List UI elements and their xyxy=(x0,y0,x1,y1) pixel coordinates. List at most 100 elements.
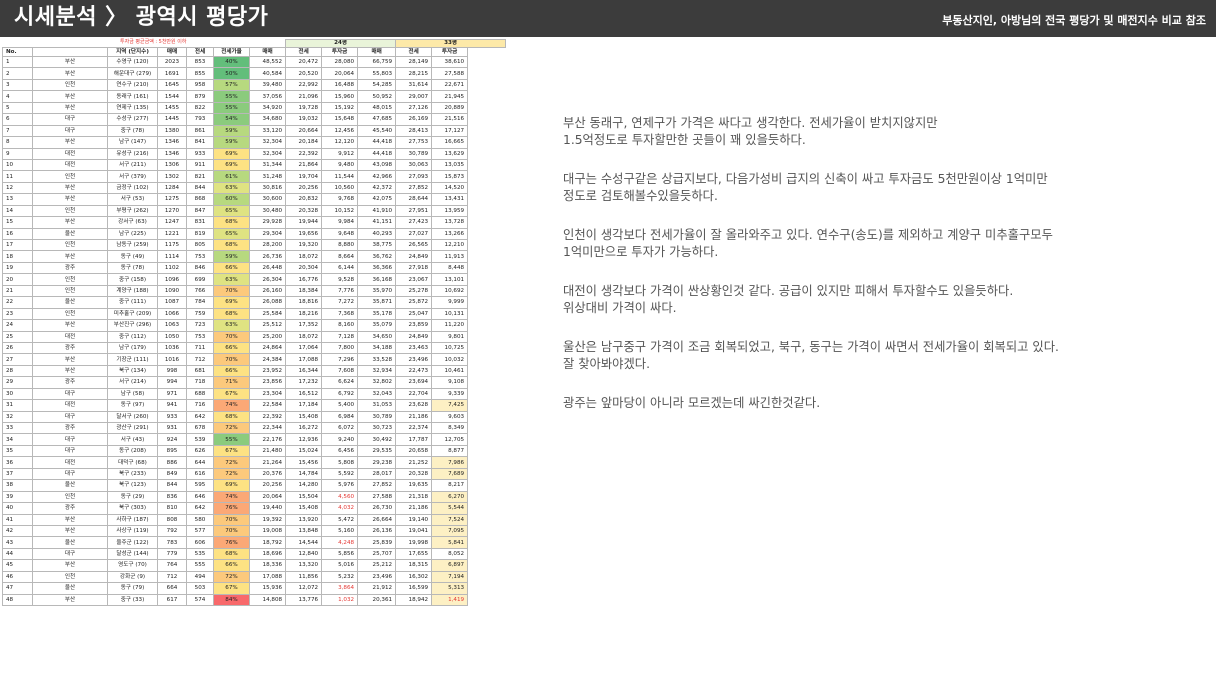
row-ratio: 70% xyxy=(213,330,250,343)
row-24-jeonse: 18,072 xyxy=(285,250,323,263)
row-33-jeonse: 19,635 xyxy=(395,479,433,492)
row-sale: 933 xyxy=(157,410,187,424)
row-33-jeonse: 16,302 xyxy=(395,570,433,584)
row-33-invest: 8,052 xyxy=(431,547,469,561)
row-24-sale: 23,304 xyxy=(248,387,287,401)
row-no: 45 xyxy=(2,559,33,572)
row-ratio: 57% xyxy=(213,78,250,92)
row-sale: 1445 xyxy=(157,113,187,126)
row-24-sale: 28,200 xyxy=(248,238,287,252)
row-no: 28 xyxy=(2,364,33,378)
row-sale: 1306 xyxy=(157,158,187,172)
row-ratio: 65% xyxy=(213,227,250,241)
row-district: 북구 (134) xyxy=(107,364,158,378)
row-33-sale: 20,361 xyxy=(357,593,397,607)
row-no: 10 xyxy=(2,158,33,172)
row-33-jeonse: 27,918 xyxy=(395,261,433,275)
commentary-line: 위상대비 가격이 싸다. xyxy=(563,301,677,315)
row-city: 울산 xyxy=(32,479,108,492)
commentary-paragraph: 울산은 남구중구 가격이 조금 회복되었고, 북구, 동구는 가격이 싸면서 전… xyxy=(563,339,1203,373)
row-33-sale: 35,079 xyxy=(357,319,397,332)
row-sale: 836 xyxy=(157,490,187,504)
row-33-sale: 47,685 xyxy=(357,113,397,126)
row-jeonse: 853 xyxy=(186,55,214,69)
row-city: 울산 xyxy=(32,536,108,549)
row-district: 대덕구 (68) xyxy=(107,456,158,469)
row-district: 광산구 (291) xyxy=(107,421,158,435)
row-24-sale: 26,736 xyxy=(248,250,287,263)
table-row: 12 부산 금정구 (102) 1284 844 63% 30,816 20,256 10,56… xyxy=(2,181,506,195)
row-no: 37 xyxy=(2,467,33,481)
row-sale: 941 xyxy=(157,399,187,412)
row-ratio: 69% xyxy=(213,296,250,309)
row-24-sale: 40,584 xyxy=(248,67,287,80)
row-33-sale: 30,789 xyxy=(357,410,397,424)
row-24-sale: 17,088 xyxy=(248,570,287,584)
price-table: 24평 33평 No. 지역 (단지수) 매매 전세 전세가율 매매 전세 투자… xyxy=(2,39,507,607)
row-ratio: 68% xyxy=(213,216,250,229)
row-sale: 1221 xyxy=(157,227,187,241)
row-no: 14 xyxy=(2,204,33,218)
row-city: 부산 xyxy=(32,559,108,572)
row-sale: 1096 xyxy=(157,273,187,286)
header-33-sale: 매매 xyxy=(357,47,397,57)
row-33-jeonse: 27,951 xyxy=(395,204,433,218)
row-24-invest: 6,456 xyxy=(321,444,359,458)
row-33-jeonse: 17,655 xyxy=(395,547,433,561)
header-sale: 매매 xyxy=(157,47,187,57)
row-33-jeonse: 19,041 xyxy=(395,524,433,538)
row-ratio: 54% xyxy=(213,113,250,126)
row-jeonse: 821 xyxy=(186,170,214,183)
row-district: 동래구 (161) xyxy=(107,90,158,103)
row-ratio: 70% xyxy=(213,524,250,538)
row-jeonse: 580 xyxy=(186,513,214,526)
row-24-sale: 29,928 xyxy=(248,216,287,229)
row-33-sale: 26,664 xyxy=(357,513,397,526)
commentary-paragraph: 대전이 생각보다 가격이 싼상황인것 같다. 공급이 있지만 피해서 투자할수도… xyxy=(563,283,1203,317)
row-jeonse: 819 xyxy=(186,227,214,241)
row-city: 부산 xyxy=(32,216,108,229)
row-jeonse: 535 xyxy=(186,547,214,561)
row-33-jeonse: 18,315 xyxy=(395,559,433,572)
row-33-jeonse: 23,628 xyxy=(395,399,433,412)
row-24-sale: 32,304 xyxy=(248,136,287,149)
commentary-line: 대구는 수성구같은 상급지보다, 다음가성비 급지의 신축이 싸고 투자금도 5… xyxy=(563,172,1048,186)
row-33-sale: 36,762 xyxy=(357,250,397,263)
table-row: 27 부산 기장군 (111) 1016 712 70% 24,384 17,088 7,296… xyxy=(2,353,506,366)
row-24-invest: 9,480 xyxy=(321,158,359,172)
row-city: 광주 xyxy=(32,261,108,275)
table-row: 19 광주 동구 (78) 1102 846 66% 26,448 20,304 6,144 36… xyxy=(2,261,506,275)
row-33-invest: 13,101 xyxy=(431,273,469,286)
row-24-jeonse: 19,944 xyxy=(285,216,323,229)
row-jeonse: 868 xyxy=(186,193,214,206)
row-24-invest: 15,192 xyxy=(321,101,359,115)
row-district: 중구 (111) xyxy=(107,296,158,309)
row-jeonse: 844 xyxy=(186,181,214,195)
row-no: 25 xyxy=(2,330,33,343)
row-24-jeonse: 12,936 xyxy=(285,433,323,446)
row-jeonse: 841 xyxy=(186,136,214,149)
row-24-jeonse: 17,184 xyxy=(285,399,323,412)
row-ratio: 55% xyxy=(213,101,250,115)
row-jeonse: 718 xyxy=(186,376,214,389)
row-33-invest: 13,629 xyxy=(431,147,469,160)
row-24-invest: 10,152 xyxy=(321,204,359,218)
row-33-invest: 9,603 xyxy=(431,410,469,424)
row-city: 인천 xyxy=(32,570,108,584)
commentary-paragraph: 인천이 생각보다 전세가율이 잘 올라와주고 있다. 연수구(송도)를 제외하고… xyxy=(563,227,1203,261)
row-sale: 924 xyxy=(157,433,187,446)
row-24-sale: 26,304 xyxy=(248,273,287,286)
row-24-jeonse: 18,216 xyxy=(285,307,323,321)
table-row: 32 대구 달서구 (260) 933 642 68% 22,392 15,408 6,984 3… xyxy=(2,410,506,424)
row-24-invest: 8,664 xyxy=(321,250,359,263)
commentary-line: 잘 찾아봐야겠다. xyxy=(563,357,651,371)
commentary-line: 1억미만으로 투자가 가능하다. xyxy=(563,245,719,259)
row-sale: 1066 xyxy=(157,307,187,321)
row-district: 연수구 (210) xyxy=(107,78,158,92)
row-33-jeonse: 21,186 xyxy=(395,502,433,515)
row-district: 서구 (211) xyxy=(107,158,158,172)
table-row: 39 인천 동구 (29) 836 646 74% 20,064 15,504 4,560 27,… xyxy=(2,490,506,504)
row-sale: 844 xyxy=(157,479,187,492)
row-33-jeonse: 25,278 xyxy=(395,284,433,298)
table-row: 22 울산 중구 (111) 1087 784 69% 26,088 18,816 7,272 3… xyxy=(2,296,506,309)
